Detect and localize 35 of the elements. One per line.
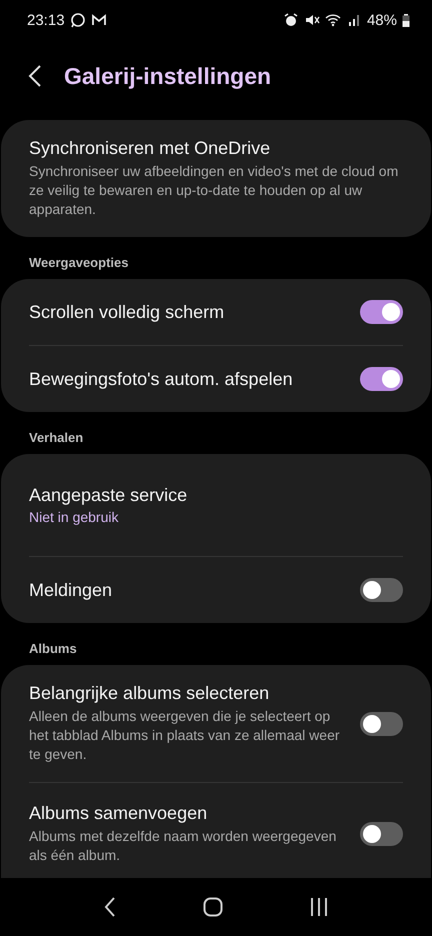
setting-title: Bewegingsfoto's autom. afspelen — [29, 368, 294, 390]
clock-time: 23:13 — [27, 12, 65, 28]
setting-description: Albums met dezelfde naam worden weergegeven als één album. — [29, 827, 338, 865]
setting-description: Synchroniseer uw afbeeldingen en video's met de cloud om ze veilig te bewaren en up-to-date te houden op al uw apparaten. — [29, 162, 400, 219]
toggle-switch[interactable] — [360, 300, 403, 324]
alarm-icon — [282, 12, 299, 28]
setting-row[interactable]: Aangepaste service Niet in gebruik — [29, 454, 403, 556]
wifi-icon — [324, 12, 341, 28]
setting-row[interactable]: Bewegingsfoto's autom. afspelen — [29, 345, 403, 412]
setting-title: Meldingen — [29, 580, 114, 600]
setting-row[interactable]: Synchroniseren met OneDrive Synchroniseer uw afbeeldingen en video's met de cloud om ze veilig te bewaren en up-to-date te houden op al uw apparaten. — [29, 120, 403, 237]
setting-row[interactable]: Belangrijke albums selecteren Alleen de albums weergeven die je selecteert op het tabblad Albums in plaats van ze allemaal weer te geven. — [29, 665, 403, 782]
section-heading: Verhalen — [28, 429, 84, 447]
toggle-switch[interactable] — [360, 822, 403, 846]
section-heading: Weergaveopties — [28, 254, 130, 272]
battery-icon — [402, 12, 410, 28]
toggle-switch[interactable] — [360, 367, 403, 391]
setting-value: Niet in gebruik — [29, 509, 120, 525]
mail-icon — [90, 12, 107, 28]
toggle-switch[interactable] — [360, 712, 403, 736]
mute-icon — [304, 12, 320, 28]
chat-icon — [70, 12, 86, 28]
section-heading: Albums — [28, 640, 78, 658]
toggle-switch[interactable] — [360, 578, 403, 602]
page-title: Galerij-instellingen — [64, 62, 272, 90]
setting-title: Belangrijke albums selecteren — [29, 683, 270, 704]
setting-title: Scrollen volledig scherm — [29, 302, 226, 322]
battery-percentage: 48% — [366, 12, 397, 28]
setting-description: Alleen de albums weergeven die je selecteert op het tabblad Albums in plaats van ze allemaal weer te geven. — [29, 707, 341, 764]
back-button[interactable] — [28, 64, 42, 88]
setting-title: Aangepaste service — [29, 485, 188, 506]
setting-row[interactable]: Scrollen volledig scherm — [29, 279, 403, 345]
setting-title: Albums samenvoegen — [29, 803, 208, 824]
setting-row[interactable]: Meldingen — [29, 556, 403, 623]
setting-title: Synchroniseren met OneDrive — [29, 138, 272, 159]
